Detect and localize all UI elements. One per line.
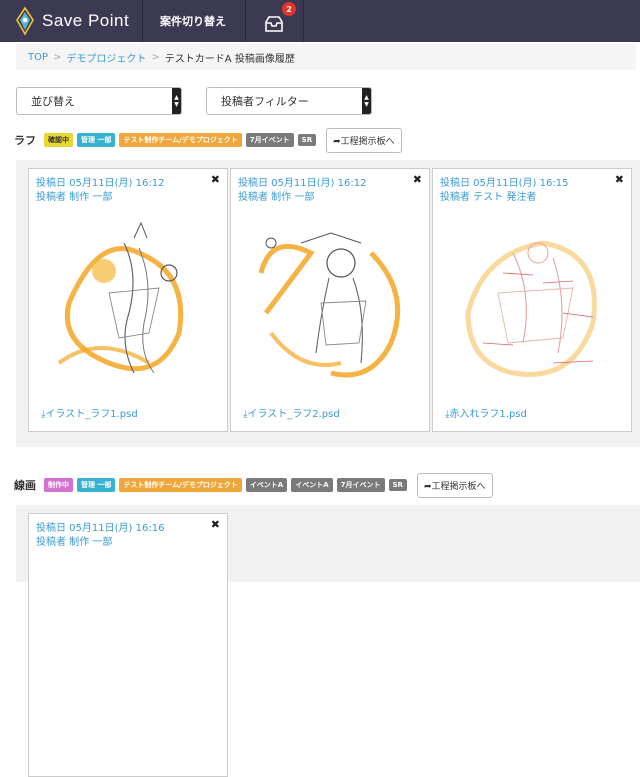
breadcrumb-current: テストカードA 投稿画像履歴 bbox=[164, 53, 295, 65]
lineart-images-panel: 投稿日 05月11日(月) 16:16 投稿者 制作 一部 ✖ bbox=[16, 505, 640, 777]
event-tag: 7月イベント bbox=[336, 478, 385, 492]
share-arrow-icon: ➦ bbox=[423, 481, 432, 492]
section-label: 線画 bbox=[14, 479, 36, 492]
section-header-lineart: 線画 制作中 管理 一部 テスト制作チーム/デモプロジェクト イベントA イベン… bbox=[0, 472, 493, 498]
status-tag: 制作中 bbox=[44, 478, 73, 492]
poster-filter-label: 投稿者フィルター bbox=[221, 95, 309, 108]
image-card: 投稿日 05月11日(月) 16:16 投稿者 制作 一部 ✖ bbox=[28, 513, 228, 777]
save-point-logo-icon bbox=[16, 6, 34, 36]
file-download-link[interactable]: ⤓赤入れラフ1.psd bbox=[445, 405, 527, 420]
top-navbar: Save Point 案件切り替え 2 bbox=[0, 0, 640, 42]
file-download-link[interactable]: ⤓イラスト_ラフ2.psd bbox=[243, 405, 340, 420]
breadcrumb-project-link[interactable]: デモプロジェクト bbox=[66, 50, 146, 65]
image-card: 投稿日 05月11日(月) 16:12 投稿者 制作 一部 ✖ ⤓イラスト_ラフ… bbox=[28, 168, 228, 432]
poster-name: 投稿者 制作 一部 bbox=[36, 192, 113, 203]
section-header-rough: ラフ 確認中 管理 一部 テスト制作チーム/デモプロジェクト 7月イベント SR… bbox=[0, 127, 402, 153]
close-icon[interactable]: ✖ bbox=[413, 173, 422, 186]
breadcrumb-separator: > bbox=[53, 51, 62, 63]
team-tag: テスト制作チーム/デモプロジェクト bbox=[119, 478, 242, 492]
close-icon[interactable]: ✖ bbox=[211, 518, 220, 531]
close-icon[interactable]: ✖ bbox=[615, 173, 624, 186]
rarity-tag: SR bbox=[388, 479, 407, 491]
logo[interactable]: Save Point bbox=[14, 6, 134, 36]
team-tag: テスト制作チーム/デモプロジェクト bbox=[119, 133, 242, 147]
image-card: 投稿日 05月11日(月) 16:12 投稿者 制作 一部 ✖ ⤓イラスト_ラフ… bbox=[230, 168, 430, 432]
poster-filter-select[interactable]: 投稿者フィルター ▲ ▼ bbox=[206, 87, 372, 115]
post-date: 投稿日 05月11日(月) 16:16 bbox=[36, 523, 165, 534]
project-switch-button[interactable]: 案件切り替え bbox=[143, 0, 243, 42]
select-arrow-icon: ▲ ▼ bbox=[362, 88, 371, 114]
event-tag: 7月イベント bbox=[245, 133, 294, 147]
sketch-thumbnail[interactable] bbox=[241, 213, 421, 393]
event-tag: イベントA bbox=[291, 478, 333, 492]
post-date: 投稿日 05月11日(月) 16:12 bbox=[238, 178, 367, 189]
navbar-divider bbox=[303, 0, 304, 42]
sort-select[interactable]: 並び替え ▲ ▼ bbox=[16, 87, 182, 115]
close-icon[interactable]: ✖ bbox=[211, 173, 220, 186]
post-date: 投稿日 05月11日(月) 16:15 bbox=[440, 178, 569, 189]
poster-name: 投稿者 制作 一部 bbox=[36, 537, 113, 548]
breadcrumb-separator: > bbox=[151, 51, 160, 63]
sketch-thumbnail[interactable] bbox=[443, 213, 623, 393]
sort-select-label: 並び替え bbox=[31, 95, 75, 108]
manager-tag: 管理 一部 bbox=[77, 478, 116, 492]
image-card: 投稿日 05月11日(月) 16:15 投稿者 テスト 発注者 ✖ ⤓赤入れラフ… bbox=[432, 168, 632, 432]
event-tag: イベントA bbox=[245, 478, 288, 492]
logo-text: Save Point bbox=[42, 11, 130, 30]
section-label: ラフ bbox=[14, 134, 36, 147]
breadcrumb-top-link[interactable]: TOP bbox=[28, 52, 48, 63]
board-link-button[interactable]: ➦工程掲示板へ bbox=[416, 472, 493, 498]
post-date: 投稿日 05月11日(月) 16:12 bbox=[36, 178, 165, 189]
rough-images-panel: 投稿日 05月11日(月) 16:12 投稿者 制作 一部 ✖ ⤓イラスト_ラフ… bbox=[16, 160, 640, 447]
manager-tag: 管理 一部 bbox=[77, 133, 116, 147]
share-arrow-icon: ➦ bbox=[333, 136, 341, 147]
board-link-button[interactable]: ➦工程掲示板へ bbox=[326, 127, 402, 153]
breadcrumb: TOP > デモプロジェクト > テストカードA 投稿画像履歴 bbox=[16, 44, 636, 70]
status-tag: 確認中 bbox=[44, 133, 73, 147]
rarity-tag: SR bbox=[297, 134, 317, 146]
sketch-thumbnail[interactable] bbox=[39, 213, 219, 393]
select-arrow-icon: ▲ ▼ bbox=[172, 88, 181, 114]
inbox-count-badge: 2 bbox=[282, 2, 296, 16]
poster-name: 投稿者 テスト 発注者 bbox=[440, 192, 537, 203]
inbox-icon bbox=[265, 16, 283, 32]
file-download-link[interactable]: ⤓イラスト_ラフ1.psd bbox=[41, 405, 138, 420]
poster-name: 投稿者 制作 一部 bbox=[238, 192, 315, 203]
